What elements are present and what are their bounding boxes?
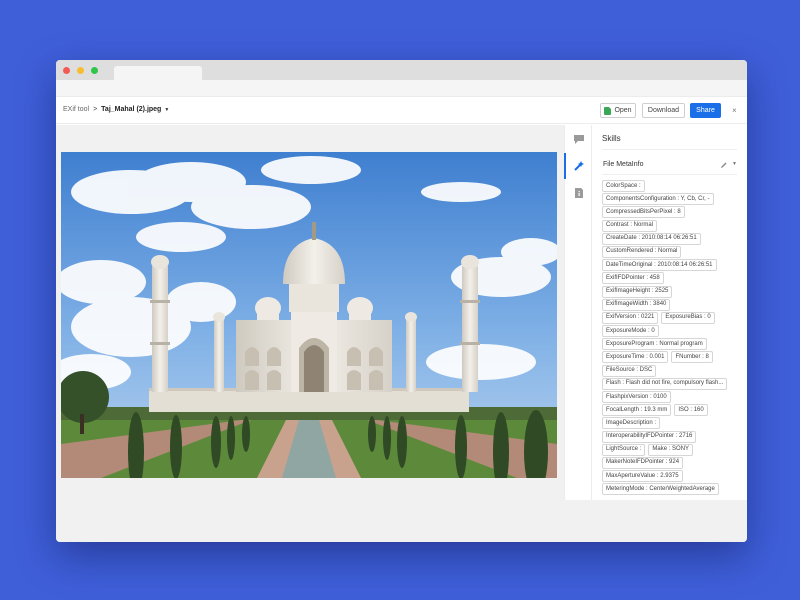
share-button[interactable]: Share	[690, 103, 721, 118]
address-bar	[56, 80, 747, 97]
metadata-row: LightSource : Make : SONY	[602, 443, 742, 457]
chat-icon[interactable]	[573, 133, 585, 145]
metadata-tag[interactable]: LightSource :	[602, 443, 646, 456]
panel-title: Skills	[602, 134, 621, 143]
metadata-tag[interactable]: ExifImageHeight : 2525	[602, 285, 673, 298]
share-button-label: Share	[696, 107, 715, 114]
metadata-row: MaxApertureValue : 2.9375	[602, 470, 742, 483]
metadata-tag[interactable]: ISO : 160	[674, 404, 708, 417]
metadata-tag[interactable]: ExposureBias : 0	[661, 311, 715, 324]
metadata-tag[interactable]: FocalLength : 19.3 mm	[602, 404, 672, 417]
metadata-row: InteroperabilityIFDPointer : 2716	[602, 430, 742, 444]
skills-panel: Skills File MetaInfo ▼ ColorSpace : Compo…	[592, 125, 747, 500]
metadata-tag[interactable]: ExposureTime : 0.001	[602, 351, 669, 364]
metadata-row: CreateDate : 2010:08:14 06:26:51	[602, 232, 742, 246]
metadata-tag[interactable]: ExposureMode : 0	[602, 325, 659, 338]
metadata-tag[interactable]: FNumber : 8	[671, 351, 713, 364]
metadata-row: FocalLength : 19.3 mm ISO : 160	[602, 404, 742, 417]
breadcrumb-file[interactable]: Taj_Mahal (2).jpeg	[101, 106, 161, 113]
metadata-tag[interactable]: ExposureProgram : Normal program	[602, 338, 707, 351]
close-icon[interactable]: ×	[732, 106, 737, 115]
metadata-tag[interactable]: FileSource : DSC	[602, 364, 657, 377]
metadata-row: ExposureMode : 0	[602, 325, 742, 338]
file-icon	[604, 106, 612, 115]
open-button[interactable]: Open	[600, 103, 636, 118]
metadata-row: Contrast : Normal	[602, 219, 742, 233]
metadata-tag[interactable]: CustomRendered : Normal	[602, 245, 682, 258]
chevron-down-icon[interactable]: ▼	[732, 161, 737, 167]
maximize-window-dot[interactable]	[91, 67, 98, 74]
breadcrumb: EXif tool > Taj_Mahal (2).jpeg ▼	[63, 106, 169, 113]
download-button-label: Download	[647, 107, 680, 114]
metadata-tag[interactable]: CompressedBitsPerPixel : 8	[602, 206, 685, 219]
metadata-tag[interactable]: Make : SONY	[648, 443, 694, 456]
metadata-tag[interactable]: DateTimeOriginal : 2010:08:14 06:26:51	[602, 259, 717, 272]
metadata-tag[interactable]: FlashpixVersion : 0100	[602, 391, 671, 403]
section-title: File MetaInfo	[603, 161, 644, 168]
document-info-icon[interactable]	[573, 187, 585, 199]
active-rail-indicator	[564, 153, 566, 179]
metadata-row: ExifImageHeight : 2525	[602, 285, 742, 299]
breadcrumb-root[interactable]: EXif tool	[63, 106, 89, 113]
metadata-row: Flash : Flash did not fire, compulsory f…	[602, 377, 742, 391]
metadata-row: ExifImageWidth : 3840	[602, 298, 742, 312]
metadata-row: CustomRendered : Normal	[602, 245, 742, 259]
metadata-tag[interactable]: MaxApertureValue : 2.9375	[602, 470, 683, 483]
metadata-row: DateTimeOriginal : 2010:08:14 06:26:51	[602, 259, 742, 272]
metadata-tag[interactable]: InteroperabilityIFDPointer : 2716	[602, 430, 697, 443]
taj-mahal-photo	[61, 152, 557, 478]
photo-illustration	[61, 152, 557, 478]
metadata-row: ImageDescription :	[602, 417, 742, 430]
pencil-icon[interactable]	[720, 161, 728, 169]
metadata-row: ComponentsConfiguration : Y, Cb, Cr, -	[602, 193, 742, 206]
footer-bar	[56, 500, 747, 542]
magic-wand-icon[interactable]	[573, 160, 585, 172]
metadata-tag[interactable]: ExifIFDPointer : 458	[602, 272, 664, 285]
section-divider	[602, 174, 737, 175]
metadata-row: MeteringMode : CenterWeightedAverage	[602, 483, 742, 496]
toolbar: EXif tool > Taj_Mahal (2).jpeg ▼ Open Do…	[56, 97, 747, 124]
metadata-row: ExposureProgram : Normal program	[602, 338, 742, 351]
metadata-tag[interactable]: MakerNoteIFDPointer : 924	[602, 456, 684, 469]
metadata-row: CompressedBitsPerPixel : 8	[602, 206, 742, 219]
browser-tab[interactable]	[114, 66, 202, 80]
metadata-row: FlashpixVersion : 0100	[602, 391, 742, 404]
metadata-row: ExifIFDPointer : 458	[602, 272, 742, 285]
breadcrumb-separator: >	[93, 106, 98, 113]
metadata-tag[interactable]: MeteringMode : CenterWeightedAverage	[602, 483, 719, 496]
metadata-tag[interactable]: ComponentsConfiguration : Y, Cb, Cr, -	[602, 193, 714, 206]
download-button[interactable]: Download	[642, 103, 685, 118]
metadata-row: ExposureTime : 0.001 FNumber : 8	[602, 351, 742, 364]
minimize-window-dot[interactable]	[77, 67, 84, 74]
metadata-tag[interactable]: Contrast : Normal	[602, 219, 658, 232]
metadata-tag[interactable]: ExifVersion : 0221	[602, 311, 659, 324]
metadata-tag[interactable]: Flash : Flash did not fire, compulsory f…	[602, 377, 728, 390]
metadata-tag[interactable]: ExifImageWidth : 3840	[602, 298, 671, 311]
metadata-tag[interactable]: ColorSpace :	[602, 180, 645, 192]
browser-chrome	[56, 60, 747, 80]
metadata-tag-list: ColorSpace : ComponentsConfiguration : Y,…	[602, 180, 742, 497]
side-rail	[564, 125, 592, 500]
panel-divider	[602, 149, 737, 150]
app-window: EXif tool > Taj_Mahal (2).jpeg ▼ Open Do…	[56, 60, 747, 542]
metadata-row: ExifVersion : 0221 ExposureBias : 0	[602, 311, 742, 325]
open-button-label: Open	[614, 107, 632, 114]
metadata-row: ColorSpace :	[602, 180, 742, 193]
chevron-down-icon[interactable]: ▼	[164, 107, 169, 113]
metadata-tag[interactable]: CreateDate : 2010:08:14 06:26:51	[602, 232, 701, 245]
close-window-dot[interactable]	[63, 67, 70, 74]
metadata-row: MakerNoteIFDPointer : 924	[602, 456, 742, 470]
metadata-row: FileSource : DSC	[602, 364, 742, 378]
metadata-tag[interactable]: ImageDescription :	[602, 417, 661, 430]
image-viewer	[56, 125, 564, 500]
